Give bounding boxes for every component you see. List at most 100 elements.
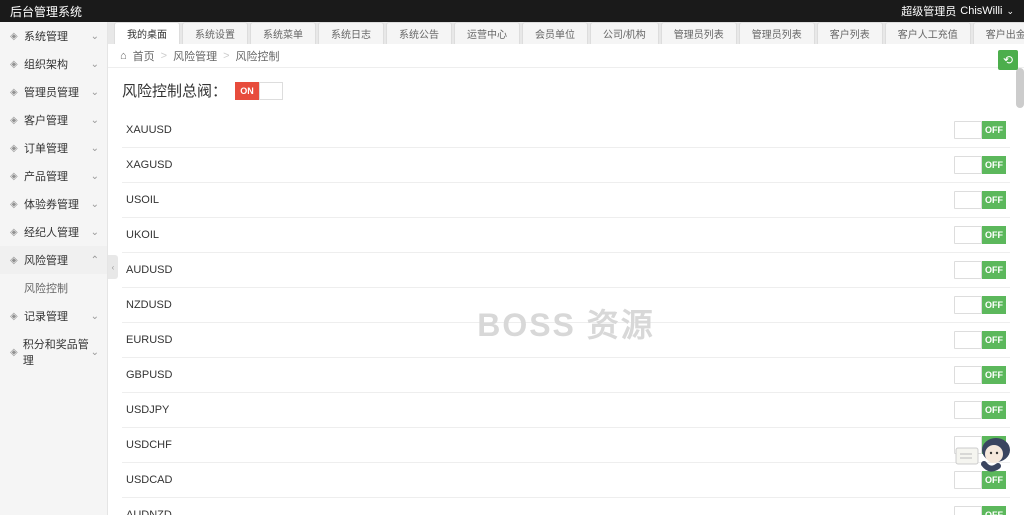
chevron-down-icon: ⌄ — [91, 143, 99, 154]
symbol-row: XAGUSD OFF — [122, 148, 1010, 183]
master-switch-label: 风险控制总阀： — [122, 80, 227, 101]
sidebar-item-label: 积分和奖品管理 — [23, 336, 91, 368]
menu-icon: ◈ — [10, 199, 20, 209]
sidebar-item-9[interactable]: ◈ 记录管理 ⌄ — [0, 302, 107, 330]
tab-8[interactable]: 管理员列表 — [661, 22, 737, 44]
symbol-name: USDCHF — [126, 439, 172, 451]
sidebar-collapse-handle[interactable]: ‹ — [108, 255, 118, 279]
menu-icon: ◈ — [10, 59, 20, 69]
breadcrumb: ⌂ 首页 > 风险管理 > 风险控制 — [108, 44, 1024, 68]
breadcrumb-l1[interactable]: 风险管理 — [173, 48, 217, 64]
symbol-name: USDCAD — [126, 474, 172, 486]
row-switch[interactable]: OFF — [954, 191, 1006, 209]
tab-1[interactable]: 系统设置 — [182, 22, 248, 44]
user-menu[interactable]: 超级管理员 ChisWilli ⌄ — [901, 3, 1014, 19]
switch-off-label: OFF — [982, 471, 1006, 489]
row-switch[interactable]: OFF — [954, 121, 1006, 139]
sidebar-item-label: 订单管理 — [24, 140, 68, 156]
sidebar-item-label: 记录管理 — [24, 308, 68, 324]
sidebar-item-7[interactable]: ◈经纪人管理⌄ — [0, 218, 107, 246]
master-switch[interactable]: ON — [235, 82, 283, 100]
sidebar-item-3[interactable]: ◈客户管理⌄ — [0, 106, 107, 134]
row-switch[interactable]: OFF — [954, 331, 1006, 349]
symbol-name: UKOIL — [126, 229, 159, 241]
tab-4[interactable]: 系统公告 — [386, 22, 452, 44]
sidebar-item-8[interactable]: ◈风险管理⌃ — [0, 246, 107, 274]
row-switch[interactable]: OFF — [954, 436, 1006, 454]
menu-icon: ◈ — [10, 171, 20, 181]
switch-off-label: OFF — [982, 261, 1006, 279]
sidebar: ◈系统管理⌄◈组织架构⌄◈管理员管理⌄◈客户管理⌄◈订单管理⌄◈产品管理⌄◈体验… — [0, 22, 108, 515]
symbol-name: USDJPY — [126, 404, 169, 416]
row-switch[interactable]: OFF — [954, 261, 1006, 279]
user-name: ChisWilli — [960, 5, 1002, 17]
content-area: BOSS 资源 风险控制总阀： ON XAUUSDOFFXAGUSDOFFUSO… — [108, 68, 1024, 515]
tab-10[interactable]: 客户列表 — [817, 22, 883, 44]
row-switch[interactable]: OFF — [954, 296, 1006, 314]
sidebar-item-label: 系统管理 — [24, 28, 68, 44]
chevron-down-icon: ⌄ — [91, 59, 99, 70]
sidebar-item-6[interactable]: ◈体验券管理⌄ — [0, 190, 107, 218]
main-panel: 我的桌面系统设置系统菜单系统日志系统公告运营中心会员单位公司/机构管理员列表管理… — [108, 22, 1024, 515]
sidebar-item-1[interactable]: ◈ 组织架构 ⌄ — [0, 50, 107, 78]
symbol-name: XAGUSD — [126, 159, 172, 171]
sidebar-item-2[interactable]: ◈管理员管理⌄ — [0, 78, 107, 106]
tab-bar: 我的桌面系统设置系统菜单系统日志系统公告运营中心会员单位公司/机构管理员列表管理… — [108, 22, 1024, 44]
sidebar-item-label: 客户管理 — [24, 112, 68, 128]
tab-0[interactable]: 我的桌面 — [114, 22, 180, 44]
symbol-name: AUDUSD — [126, 264, 172, 276]
row-switch[interactable]: OFF — [954, 471, 1006, 489]
symbol-row: USDJPY OFF — [122, 393, 1010, 428]
tab-3[interactable]: 系统日志 — [318, 22, 384, 44]
symbol-name: AUDNZD — [126, 509, 172, 515]
tab-11[interactable]: 客户人工充值 — [885, 22, 971, 44]
home-icon: ⌂ — [120, 50, 127, 62]
breadcrumb-l2: 风险控制 — [236, 48, 280, 64]
chevron-down-icon: ⌄ — [91, 311, 99, 322]
sidebar-subitem[interactable]: 风险控制 — [0, 274, 107, 302]
sidebar-item-label: 组织架构 — [24, 56, 68, 72]
refresh-icon: ⟲ — [1003, 53, 1013, 67]
sidebar-item-5[interactable]: ◈产品管理⌄ — [0, 162, 107, 190]
symbol-row: AUDNZD OFF — [122, 498, 1010, 515]
symbol-row: XAUUSD OFF — [122, 113, 1010, 148]
switch-off-label: OFF — [982, 156, 1006, 174]
tab-7[interactable]: 公司/机构 — [590, 22, 659, 44]
menu-icon: ◈ — [10, 227, 20, 237]
row-switch[interactable]: OFF — [954, 401, 1006, 419]
symbol-row: USOILOFF — [122, 183, 1010, 218]
chevron-down-icon: ⌄ — [91, 115, 99, 126]
symbol-row: USDCAD OFF — [122, 463, 1010, 498]
chevron-down-icon: ⌄ — [91, 199, 99, 210]
switch-off-label: OFF — [982, 401, 1006, 419]
symbol-name: XAUUSD — [126, 124, 172, 136]
tab-9[interactable]: 管理员列表 — [739, 22, 815, 44]
row-switch[interactable]: OFF — [954, 366, 1006, 384]
sidebar-item-label: 经纪人管理 — [24, 224, 79, 240]
menu-icon: ◈ — [10, 255, 20, 265]
tab-scroll-right-icon[interactable]: › — [997, 26, 1000, 37]
sidebar-item-4[interactable]: ◈ 订单管理 ⌄ — [0, 134, 107, 162]
chevron-down-icon: ⌄ — [91, 347, 99, 358]
sidebar-item-10[interactable]: ◈积分和奖品管理⌄ — [0, 330, 107, 374]
breadcrumb-home[interactable]: 首页 — [133, 48, 155, 64]
symbol-name: NZDUSD — [126, 299, 172, 311]
tab-2[interactable]: 系统菜单 — [250, 22, 316, 44]
master-switch-row: 风险控制总阀： ON — [122, 80, 1010, 101]
switch-off-label: OFF — [982, 121, 1006, 139]
tab-6[interactable]: 会员单位 — [522, 22, 588, 44]
row-switch[interactable]: OFF — [954, 156, 1006, 174]
sidebar-item-label: 风险管理 — [24, 252, 68, 268]
switch-off-label: OFF — [982, 506, 1006, 515]
refresh-button[interactable]: ⟲ — [998, 50, 1018, 70]
menu-icon: ◈ — [10, 87, 20, 97]
tab-5[interactable]: 运营中心 — [454, 22, 520, 44]
menu-icon: ◈ — [10, 311, 20, 321]
tab-scroll-controls: ‹ › — [991, 26, 1000, 37]
sidebar-item-0[interactable]: ◈系统管理⌄ — [0, 22, 107, 50]
row-switch[interactable]: OFF — [954, 506, 1006, 515]
chevron-down-icon: ⌄ — [1006, 6, 1014, 17]
row-switch[interactable]: OFF — [954, 226, 1006, 244]
menu-icon: ◈ — [10, 143, 20, 153]
tab-scroll-left-icon[interactable]: ‹ — [991, 26, 994, 37]
